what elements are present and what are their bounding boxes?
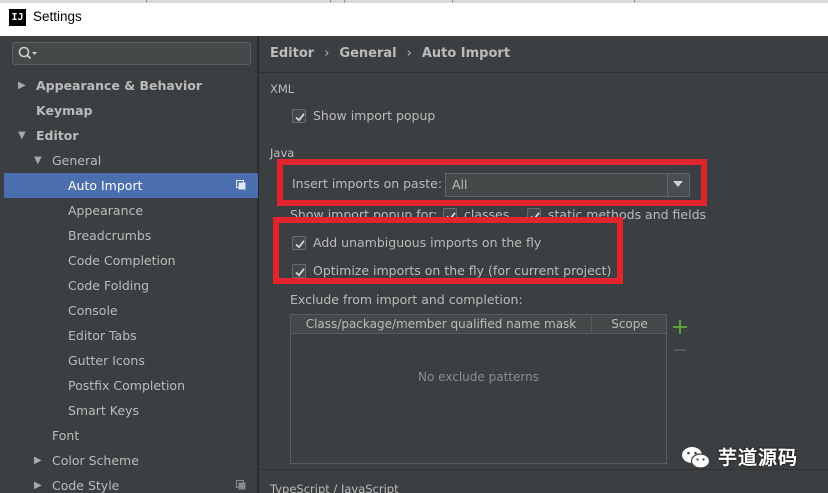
tree-item-postfix-completion[interactable]: Postfix Completion xyxy=(4,373,258,398)
tree-item-label: Color Scheme xyxy=(52,453,139,468)
tree-item-color-scheme[interactable]: ▶ Color Scheme xyxy=(4,448,258,473)
tree-item-label: Appearance xyxy=(68,203,144,218)
tree-item-auto-import[interactable]: Auto Import xyxy=(4,173,258,198)
tree-item-label: Postfix Completion xyxy=(68,378,185,393)
watermark-text: 芋道源码 xyxy=(718,447,799,469)
breadcrumb-separator: › xyxy=(406,46,412,61)
tree-item-label: Keymap xyxy=(36,103,93,118)
window-title: Settings xyxy=(33,9,82,24)
settings-sidebar: ▶ Appearance & Behavior Keymap ▼ Editor ▼ Gene… xyxy=(0,36,258,493)
tree-item-label: Code Style xyxy=(52,478,120,493)
typescript-section-label: TypeScript / JavaScript xyxy=(270,482,399,493)
tree-item-label: Editor Tabs xyxy=(68,328,137,343)
tree-item-label: Appearance & Behavior xyxy=(36,78,202,93)
tree-item-breadcrumbs[interactable]: Breadcrumbs xyxy=(4,223,258,248)
breadcrumb: Editor › General › Auto Import xyxy=(270,46,510,64)
tree-item-appearance-behavior[interactable]: ▶ Appearance & Behavior xyxy=(4,73,258,98)
empty-table-text: No exclude patterns xyxy=(418,370,539,384)
tree-item-label: Editor xyxy=(36,128,79,143)
tree-item-code-completion[interactable]: Code Completion xyxy=(4,248,258,273)
divider xyxy=(259,72,828,73)
table-header: Class/package/member qualified name mask… xyxy=(291,315,666,334)
tree-item-editor[interactable]: ▼ Editor xyxy=(4,123,258,148)
tree-item-appearance[interactable]: Appearance xyxy=(4,198,258,223)
xml-section-label: XML xyxy=(270,82,295,96)
annotation-box-import-options xyxy=(273,217,623,284)
breadcrumb-separator: › xyxy=(324,46,330,61)
tree-item-code-style[interactable]: ▶ Code Style xyxy=(4,473,258,493)
project-settings-icon xyxy=(236,180,246,190)
search-icon xyxy=(18,46,37,60)
auto-import-panel: Editor › General › Auto Import XML Show impo… xyxy=(259,36,828,493)
tree-item-label: Code Completion xyxy=(68,253,176,268)
annotation-box-insert-imports xyxy=(277,159,707,206)
app-icon: IJ xyxy=(9,9,26,26)
tree-item-label: Code Folding xyxy=(68,278,150,293)
wechat-icon xyxy=(682,447,711,469)
remove-icon[interactable] xyxy=(672,342,688,358)
expand-arrow-icon[interactable]: ▶ xyxy=(34,448,44,473)
tree-item-general[interactable]: ▼ General xyxy=(4,148,258,173)
tree-item-label: General xyxy=(52,153,102,168)
project-settings-icon xyxy=(236,480,246,490)
tree-item-editor-tabs[interactable]: Editor Tabs xyxy=(4,323,258,348)
breadcrumb-general: General xyxy=(339,46,397,61)
column-header-mask[interactable]: Class/package/member qualified name mask xyxy=(291,315,592,334)
tree-item-smart-keys[interactable]: Smart Keys xyxy=(4,398,258,423)
search-input[interactable] xyxy=(12,42,251,65)
exclude-label: Exclude from import and completion: xyxy=(290,292,523,307)
tree-item-font[interactable]: Font xyxy=(4,423,258,448)
tree-item-label: Auto Import xyxy=(68,178,143,193)
checkbox-box[interactable] xyxy=(292,109,306,123)
add-icon[interactable] xyxy=(672,319,688,335)
expand-arrow-icon[interactable]: ▶ xyxy=(18,73,28,98)
expand-arrow-icon[interactable]: ▶ xyxy=(34,473,44,493)
title-bar: IJ Settings xyxy=(0,0,828,36)
tree-item-label: Breadcrumbs xyxy=(68,228,152,243)
breadcrumb-auto-import: Auto Import xyxy=(421,46,511,61)
breadcrumb-editor: Editor xyxy=(270,46,315,61)
tree-item-label: Font xyxy=(52,428,80,443)
collapse-arrow-icon[interactable]: ▼ xyxy=(34,148,44,173)
background-window-strip xyxy=(0,0,828,3)
java-section-label: Java xyxy=(270,146,295,160)
tree-item-label: Console xyxy=(68,303,118,318)
column-header-scope[interactable]: Scope xyxy=(593,315,666,334)
tree-item-label: Smart Keys xyxy=(68,403,139,418)
checkmark-icon xyxy=(295,113,305,122)
tree-item-console[interactable]: Console xyxy=(4,298,258,323)
tree-item-code-folding[interactable]: Code Folding xyxy=(4,273,258,298)
exclude-patterns-table[interactable]: Class/package/member qualified name mask… xyxy=(290,314,667,464)
tree-item-gutter-icons[interactable]: Gutter Icons xyxy=(4,348,258,373)
tree-item-label: Gutter Icons xyxy=(68,353,145,368)
collapse-arrow-icon[interactable]: ▼ xyxy=(18,123,28,148)
tree-item-keymap[interactable]: Keymap xyxy=(4,98,258,123)
show-import-popup-xml-label: Show import popup xyxy=(313,108,436,123)
